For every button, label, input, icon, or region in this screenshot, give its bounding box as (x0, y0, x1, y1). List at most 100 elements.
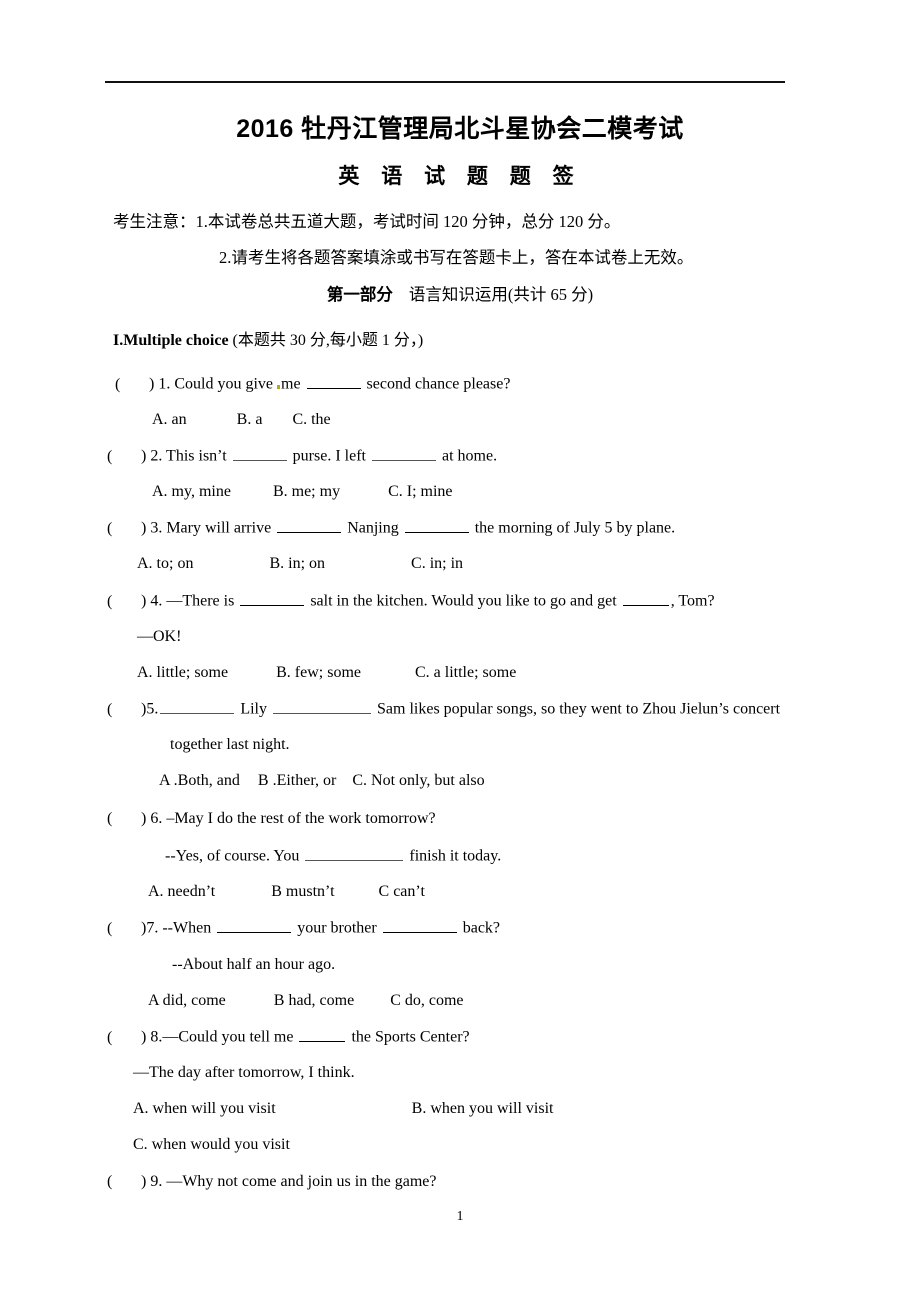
question-options-2: A. my, mine B. me; my C. I; mine (152, 481, 453, 503)
option-7-b[interactable]: B had, come (274, 992, 354, 1009)
option-4-b[interactable]: B. few; some (276, 664, 361, 681)
question-text-3c: the morning of July 5 by plane. (470, 519, 676, 537)
option-4-c[interactable]: C. a little; some (415, 664, 516, 681)
answer-blank[interactable] (299, 1026, 346, 1042)
answer-blank[interactable] (277, 517, 342, 533)
answer-paren-6[interactable]: ( (107, 808, 141, 830)
question-reply-6b: finish it today. (405, 847, 502, 865)
page-subtitle: 英 语 试 题 题 签 (338, 165, 582, 188)
answer-paren-3[interactable]: ( (107, 518, 141, 540)
answer-close-paren-6: ) (141, 810, 147, 827)
answer-blank[interactable] (382, 917, 457, 933)
option-3-a[interactable]: A. to; on (137, 555, 193, 572)
option-6-a[interactable]: A. needn’t (148, 883, 215, 900)
question-stem-5: ()5. Lily Sam likes popular songs, so th… (107, 698, 780, 721)
question-number-2: 2. (150, 447, 163, 465)
answer-paren-9[interactable]: ( (107, 1171, 141, 1193)
answer-paren-2[interactable]: ( (107, 446, 141, 468)
exam-notice-line-2: 2.请考生将各题答案填涂或书写在答题卡上，答在本试卷上无效。 (219, 248, 694, 267)
answer-close-paren-9: ) (141, 1173, 147, 1190)
question-text-2a: This isn’t (166, 447, 231, 465)
question-text-4b: salt in the kitchen. Would you like to g… (306, 592, 621, 610)
question-continuation-5: together last night. (170, 736, 290, 753)
answer-blank[interactable] (404, 517, 469, 533)
answer-blank[interactable] (232, 445, 287, 461)
question-options-5: A .Both, and B .Either, or C. Not only, bu… (159, 770, 485, 792)
question-text-1b: me (281, 375, 305, 393)
answer-close-paren-2: ) (141, 447, 147, 465)
question-options-8-row-2: C. when would you visit (133, 1134, 290, 1156)
option-7-a[interactable]: A did, come (148, 992, 226, 1009)
question-reply-6: --Yes, of course. You finish it today. (165, 845, 501, 868)
answer-close-paren-3: ) (141, 519, 147, 537)
question-text-3b: Nanjing (343, 519, 403, 537)
question-text-7a: --When (162, 919, 216, 937)
answer-blank[interactable] (306, 373, 361, 389)
answer-blank[interactable] (305, 845, 404, 861)
answer-paren-8[interactable]: ( (107, 1027, 141, 1049)
option-8-c[interactable]: C. when would you visit (133, 1136, 290, 1153)
part-heading-text: 语言知识运用(共计 65 分) (408, 285, 594, 304)
option-1-c[interactable]: C. the (292, 411, 330, 428)
question-number-9: 9. (150, 1173, 163, 1190)
question-text-8b: the Sports Center? (347, 1028, 470, 1046)
question-stem-6: () 6. –May I do the rest of the work tom… (107, 808, 436, 830)
option-8-a[interactable]: A. when will you visit (133, 1100, 276, 1117)
answer-paren-5[interactable]: ( (107, 699, 141, 721)
section-scoring-note: (本题共 30 分,每小题 1 分，) (232, 332, 424, 349)
answer-blank[interactable] (273, 698, 371, 714)
question-number-4: 4. (150, 592, 163, 610)
answer-blank[interactable] (240, 590, 305, 606)
option-2-b[interactable]: B. me; my (273, 483, 340, 500)
option-5-a[interactable]: A .Both, and (159, 772, 240, 789)
option-3-b[interactable]: B. in; on (269, 555, 325, 572)
option-5-b[interactable]: B .Either, or (258, 772, 336, 789)
answer-blank[interactable] (371, 445, 436, 461)
question-options-7: A did, come B had, come C do, come (148, 990, 464, 1012)
question-stem-4: () 4. —There is salt in the kitchen. Wou… (107, 590, 715, 613)
question-text-9a: —Why not come and join us in the game? (166, 1173, 437, 1190)
spellcheck-mark-icon (277, 384, 280, 389)
question-reply-6a: --Yes, of course. You (165, 847, 304, 865)
question-text-2b: purse. I left (288, 447, 370, 465)
answer-close-paren-1: ) (149, 375, 155, 393)
option-8-b[interactable]: B. when you will visit (412, 1100, 554, 1117)
question-text-5c: Sam likes popular songs, so they went to… (373, 700, 781, 718)
option-2-a[interactable]: A. my, mine (152, 483, 231, 500)
exam-notice-line-1: 考生注意：1.本试卷总共五道大题，考试时间 120 分钟，总分 120 分。 (113, 212, 621, 231)
question-options-3: A. to; on B. in; on C. in; in (137, 553, 463, 575)
question-reply-7: --About half an hour ago. (172, 956, 336, 973)
section-heading: I.Multiple choice (本题共 30 分,每小题 1 分，) (113, 329, 423, 353)
option-6-b[interactable]: B mustn’t (271, 883, 334, 900)
option-1-b[interactable]: B. a (237, 411, 263, 428)
question-stem-1: () 1. Could you give me second chance pl… (115, 373, 510, 396)
question-reply-4: —OK! (137, 628, 182, 645)
option-2-c[interactable]: C. I; mine (388, 483, 452, 500)
option-6-c[interactable]: C can’t (379, 883, 425, 900)
option-5-c[interactable]: C. Not only, but also (352, 772, 484, 789)
answer-blank[interactable] (622, 590, 669, 606)
question-number-5: 5. (146, 700, 159, 718)
answer-blank[interactable] (217, 917, 292, 933)
question-text-3a: Mary will arrive (166, 519, 276, 537)
option-3-c[interactable]: C. in; in (411, 555, 463, 572)
answer-paren-1[interactable]: ( (115, 374, 149, 396)
question-number-6: 6. (150, 810, 163, 827)
question-stem-2: () 2. This isn’t purse. I left at home. (107, 445, 497, 468)
part-heading-label: 第一部分 (326, 285, 393, 304)
exam-paper-page: 2016 牡丹江管理局北斗星协会二模考试 英 语 试 题 题 签 考生注意：1.… (0, 0, 920, 1302)
answer-blank[interactable] (160, 698, 235, 714)
answer-paren-7[interactable]: ( (107, 918, 141, 940)
question-text-7c: back? (458, 919, 501, 937)
question-number-3: 3. (150, 519, 163, 537)
question-stem-8: () 8.—Could you tell me the Sports Cente… (107, 1026, 470, 1049)
question-options-8-row-1: A. when will you visit B. when you will v… (133, 1098, 553, 1120)
option-1-a[interactable]: A. an (152, 411, 187, 428)
question-text-2c: at home. (437, 447, 498, 465)
question-options-4: A. little; some B. few; some C. a little; … (137, 662, 516, 684)
answer-paren-4[interactable]: ( (107, 591, 141, 613)
question-options-6: A. needn’t B mustn’t C can’t (148, 881, 425, 903)
question-text-7b: your brother (293, 919, 381, 937)
option-7-c[interactable]: C do, come (390, 992, 463, 1009)
option-4-a[interactable]: A. little; some (137, 664, 228, 681)
